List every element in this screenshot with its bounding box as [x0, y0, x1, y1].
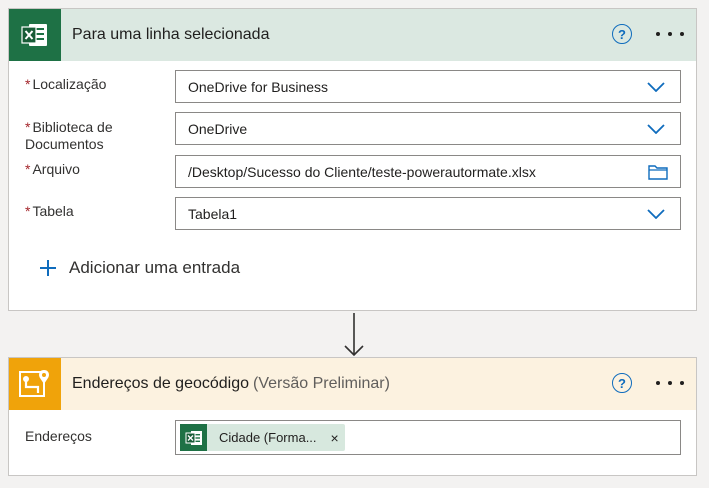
close-icon[interactable]: ×	[331, 430, 339, 446]
maps-icon	[9, 358, 61, 410]
location-label: * Localização	[25, 76, 106, 93]
required-marker: *	[25, 203, 31, 219]
help-circle-icon[interactable]: ?	[612, 373, 632, 393]
chevron-down-icon[interactable]	[640, 71, 672, 102]
chevron-down-icon[interactable]	[640, 198, 672, 229]
folder-icon[interactable]	[642, 156, 674, 187]
file-label: * Arquivo	[25, 161, 80, 178]
excel-icon	[180, 424, 207, 451]
table-label-text: Tabela	[32, 203, 74, 219]
card-subtitle: (Versão Preliminar)	[253, 375, 390, 392]
card-title: Endereços de geocódigo (Versão Preliminar…	[72, 375, 390, 393]
geocode-action-card: Endereços de geocódigo (Versão Preliminar…	[8, 357, 697, 476]
more-horizontal-icon[interactable]	[656, 372, 684, 394]
help-circle-icon[interactable]: ?	[612, 24, 632, 44]
card-title: Para uma linha selecionada	[72, 26, 270, 43]
table-dropdown[interactable]: Tabela1	[175, 197, 681, 230]
token-label: Cidade (Forma...	[219, 430, 317, 445]
table-value: Tabela1	[188, 205, 238, 222]
file-label-text: Arquivo	[32, 161, 80, 177]
library-label-line2: Documentos	[25, 136, 104, 152]
plus-icon	[40, 260, 56, 276]
location-value: OneDrive for Business	[188, 78, 329, 95]
library-value: OneDrive	[188, 120, 248, 137]
addresses-label: Endereços	[25, 428, 92, 444]
library-dropdown[interactable]: OneDrive	[175, 112, 681, 145]
library-label-line1: Biblioteca de	[32, 119, 113, 135]
excel-icon	[9, 9, 61, 61]
required-marker: *	[25, 76, 31, 92]
table-label: * Tabela	[25, 203, 74, 220]
library-label: * Biblioteca de Documentos	[25, 119, 113, 153]
arrow-down-icon	[343, 311, 365, 357]
add-entry-button[interactable]: Adicionar uma entrada	[39, 258, 240, 278]
required-marker: *	[25, 119, 31, 135]
dynamic-content-token[interactable]: Cidade (Forma... ×	[180, 424, 345, 451]
required-marker: *	[25, 161, 31, 177]
excel-action-card: Para uma linha selecionada ? * Localizaçã…	[8, 8, 697, 311]
card-header[interactable]: Endereços de geocódigo (Versão Preliminar…	[9, 358, 696, 410]
card-title-text: Endereços de geocódigo	[72, 375, 250, 392]
location-dropdown[interactable]: OneDrive for Business	[175, 70, 681, 103]
add-entry-label: Adicionar uma entrada	[69, 258, 241, 277]
file-value: /Desktop/Sucesso do Cliente/teste-powera…	[188, 163, 536, 180]
card-header[interactable]: Para uma linha selecionada ?	[9, 9, 696, 61]
chevron-down-icon[interactable]	[640, 113, 672, 144]
location-label-text: Localização	[32, 76, 107, 92]
addresses-input[interactable]: Cidade (Forma... ×	[175, 420, 681, 455]
file-input[interactable]: /Desktop/Sucesso do Cliente/teste-powera…	[175, 155, 681, 188]
more-horizontal-icon[interactable]	[656, 23, 684, 45]
